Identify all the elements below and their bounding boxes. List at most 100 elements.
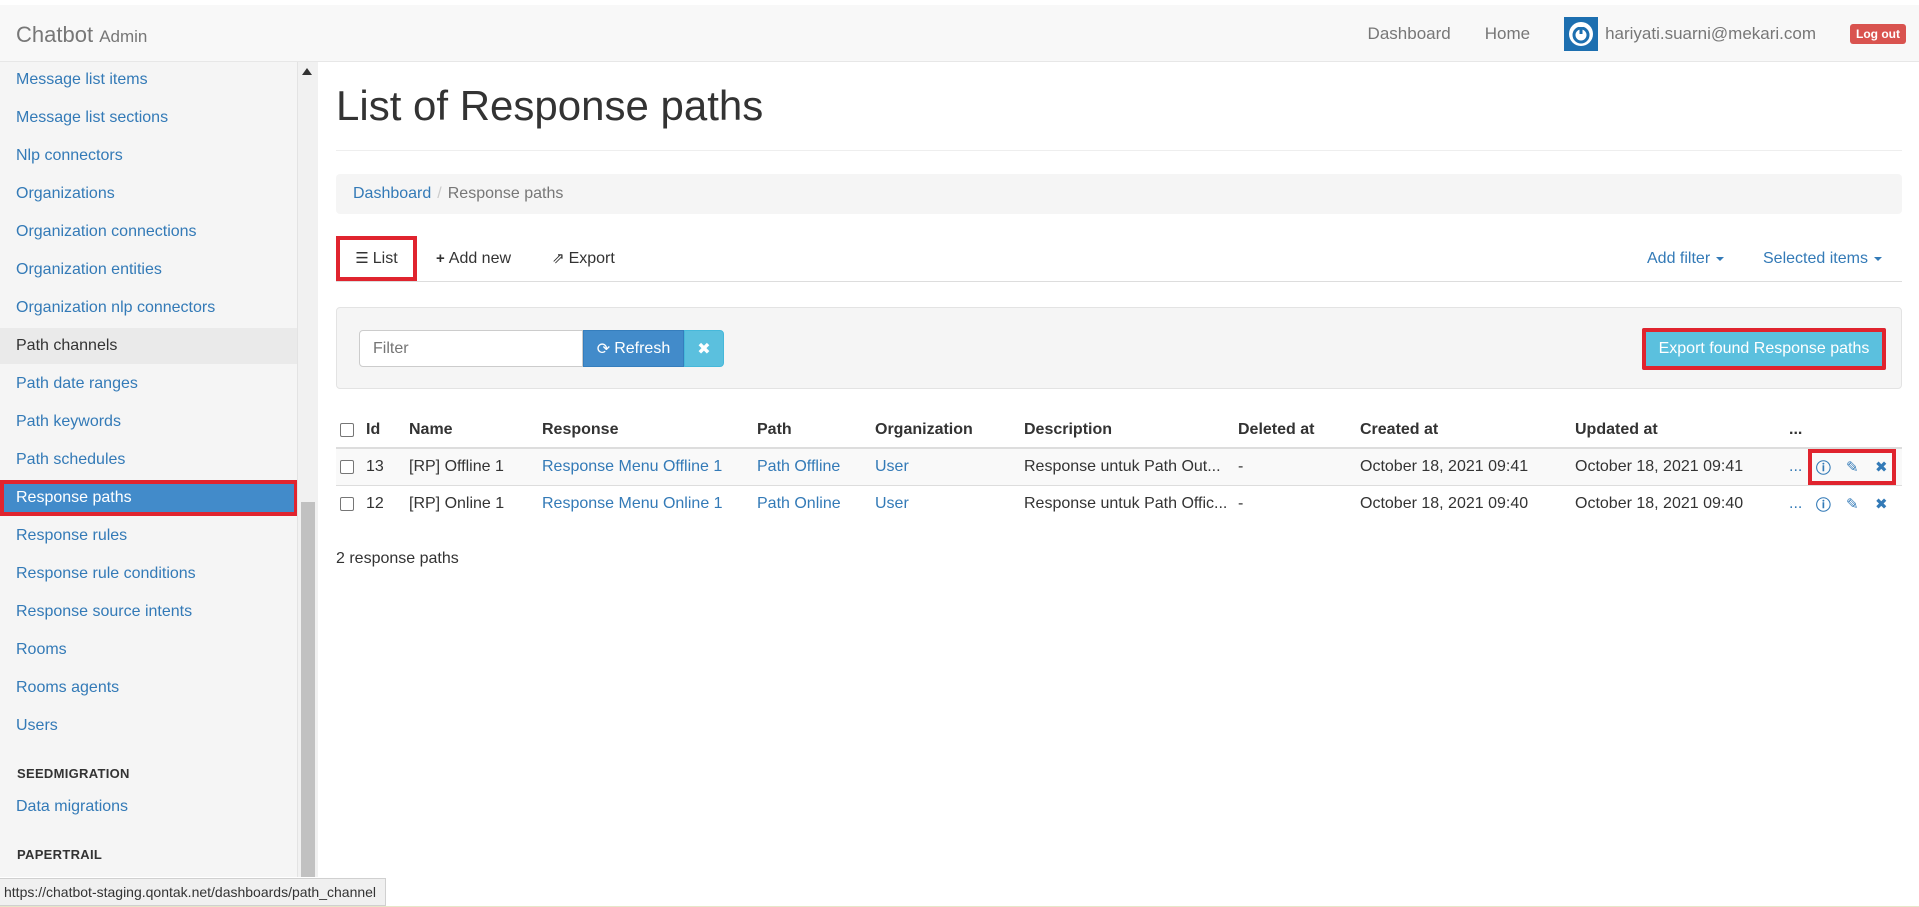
cell-response-link[interactable]: Response Menu Offline 1 (542, 458, 722, 475)
logout-button[interactable]: Log out (1850, 23, 1906, 44)
delete-icon[interactable]: ✖ (1872, 458, 1890, 476)
info-icon[interactable]: ⓘ (1814, 458, 1832, 477)
selected-items-label: Selected items (1763, 250, 1868, 267)
cell-id: 12 (360, 485, 403, 523)
column-header-id[interactable]: Id (360, 412, 403, 449)
refresh-button[interactable]: ⟳ Refresh (583, 330, 684, 367)
sidebar-item-response-rule-conditions[interactable]: Response rule conditions (0, 556, 297, 592)
brand[interactable]: Chatbot Admin (16, 22, 147, 48)
tab-list-label: List (372, 250, 398, 267)
sidebar-item-message-list-sections[interactable]: Message list sections (0, 100, 297, 136)
delete-icon[interactable]: ✖ (1872, 495, 1890, 513)
column-header-description[interactable]: Description (1018, 412, 1232, 449)
column-header-updated-at[interactable]: Updated at (1569, 412, 1783, 449)
breadcrumb: Dashboard / Response paths (336, 174, 1902, 214)
close-icon: ✖ (697, 340, 711, 358)
column-header-name[interactable]: Name (403, 412, 536, 449)
more-link[interactable]: ... (1789, 458, 1802, 476)
add-filter-dropdown[interactable]: Add filter (1647, 236, 1725, 281)
cell-name: [RP] Offline 1 (403, 447, 536, 486)
sidebar-item-path-schedules[interactable]: Path schedules (0, 442, 297, 478)
row-actions-cell: ... ⓘ ✎ ✖ (1783, 447, 1902, 486)
row-select-cell (336, 447, 360, 486)
row-actions: ⓘ ✎ ✖ (1808, 449, 1897, 485)
table-header-row: Id Name Response Path Organization Descr… (336, 412, 1902, 449)
export-found-button[interactable]: Export found Response paths (1642, 328, 1886, 370)
tab-add-new[interactable]: + Add new (436, 236, 511, 281)
user-avatar-icon (1564, 16, 1599, 51)
column-header-created-at[interactable]: Created at (1354, 412, 1569, 449)
sidebar-item-organization-entities[interactable]: Organization entities (0, 252, 297, 288)
brand-name: Chatbot (16, 22, 94, 47)
sidebar-item-organization-nlp-connectors[interactable]: Organization nlp connectors (0, 290, 297, 326)
select-all-header (336, 412, 360, 449)
cell-updated-at: October 18, 2021 09:40 (1569, 485, 1783, 523)
row-actions: ⓘ ✎ ✖ (1808, 487, 1896, 523)
pencil-icon[interactable]: ✎ (1843, 458, 1861, 476)
sidebar-item-users[interactable]: Users (0, 708, 297, 744)
cell-path-link[interactable]: Path Offline (757, 458, 840, 475)
sidebar-item-response-rules[interactable]: Response rules (0, 518, 297, 554)
more-link[interactable]: ... (1789, 495, 1802, 513)
action-tabs: ☰ List + Add new ⇗ Export Add filter Sel… (336, 236, 1902, 282)
nav-dashboard-link[interactable]: Dashboard (1368, 24, 1451, 44)
column-header-path[interactable]: Path (751, 412, 869, 449)
cell-deleted-at: - (1232, 485, 1354, 523)
sidebar-item-path-date-ranges[interactable]: Path date ranges (0, 366, 297, 402)
filter-input[interactable] (359, 330, 583, 367)
add-filter-label: Add filter (1647, 250, 1711, 267)
pencil-icon[interactable]: ✎ (1843, 495, 1861, 513)
column-header-more: ... (1783, 412, 1902, 449)
info-icon[interactable]: ⓘ (1814, 495, 1832, 514)
sidebar-item-message-list-items[interactable]: Message list items (0, 62, 297, 98)
select-all-checkbox[interactable] (340, 422, 354, 437)
tab-export[interactable]: ⇗ Export (552, 236, 615, 281)
cell-description: Response untuk Path Offic... (1018, 485, 1232, 523)
cell-response-link[interactable]: Response Menu Online 1 (542, 495, 723, 512)
breadcrumb-current: Response paths (447, 185, 564, 202)
cell-created-at: October 18, 2021 09:40 (1354, 485, 1569, 523)
breadcrumb-dashboard-link[interactable]: Dashboard (353, 185, 431, 202)
sidebar-scrollbar[interactable] (298, 62, 318, 877)
nav-home-link[interactable]: Home (1485, 24, 1530, 44)
cell-organization-link[interactable]: User (875, 458, 909, 475)
sidebar-item-organization-connections[interactable]: Organization connections (0, 214, 297, 250)
response-paths-table: Id Name Response Path Organization Descr… (336, 412, 1902, 523)
top-navbar: Chatbot Admin Dashboard Home hariyati.su… (0, 5, 1919, 62)
column-header-response[interactable]: Response (536, 412, 751, 449)
sidebar-section-seedmigration: SEEDMIGRATION (17, 766, 130, 781)
tab-list[interactable]: ☰ List (336, 236, 417, 281)
selected-items-dropdown[interactable]: Selected items (1763, 236, 1882, 281)
tab-add-new-label: Add new (448, 250, 512, 267)
sidebar-item-nlp-connectors[interactable]: Nlp connectors (0, 138, 297, 174)
sidebar-item-path-keywords[interactable]: Path keywords (0, 404, 297, 440)
caret-down-icon (1873, 256, 1882, 261)
sidebar-item-data-migrations[interactable]: Data migrations (0, 789, 297, 825)
row-select-cell (336, 485, 360, 523)
column-header-deleted-at[interactable]: Deleted at (1232, 412, 1354, 449)
sidebar-item-rooms-agents[interactable]: Rooms agents (0, 670, 297, 706)
sidebar-item-path-channels[interactable]: Path channels (0, 328, 297, 364)
share-icon: ⇗ (552, 250, 565, 267)
column-header-organization[interactable]: Organization (869, 412, 1018, 449)
filter-panel: ⟳ Refresh ✖ Export found Response paths (336, 307, 1902, 389)
row-checkbox[interactable] (340, 459, 354, 474)
scroll-up-arrow-icon[interactable] (302, 68, 312, 75)
row-actions-cell: ... ⓘ ✎ ✖ (1783, 485, 1902, 523)
brand-suffix: Admin (99, 27, 148, 46)
row-checkbox[interactable] (340, 497, 354, 512)
sidebar-item-response-paths[interactable]: Response paths (0, 480, 297, 516)
breadcrumb-separator: / (437, 185, 442, 202)
sidebar-item-response-source-intents[interactable]: Response source intents (0, 594, 297, 630)
scroll-thumb[interactable] (301, 502, 315, 877)
sidebar-item-organizations[interactable]: Organizations (0, 176, 297, 212)
cell-deleted-at: - (1232, 447, 1354, 486)
cell-organization-link[interactable]: User (875, 495, 909, 512)
sidebar-item-rooms[interactable]: Rooms (0, 632, 297, 668)
clear-filter-button[interactable]: ✖ (684, 330, 724, 367)
cell-updated-at: October 18, 2021 09:41 (1569, 447, 1783, 486)
cell-name: [RP] Online 1 (403, 485, 536, 523)
cell-path-link[interactable]: Path Online (757, 495, 841, 512)
tab-export-label: Export (568, 250, 615, 267)
user-menu[interactable]: hariyati.suarni@mekari.com (1564, 16, 1816, 51)
